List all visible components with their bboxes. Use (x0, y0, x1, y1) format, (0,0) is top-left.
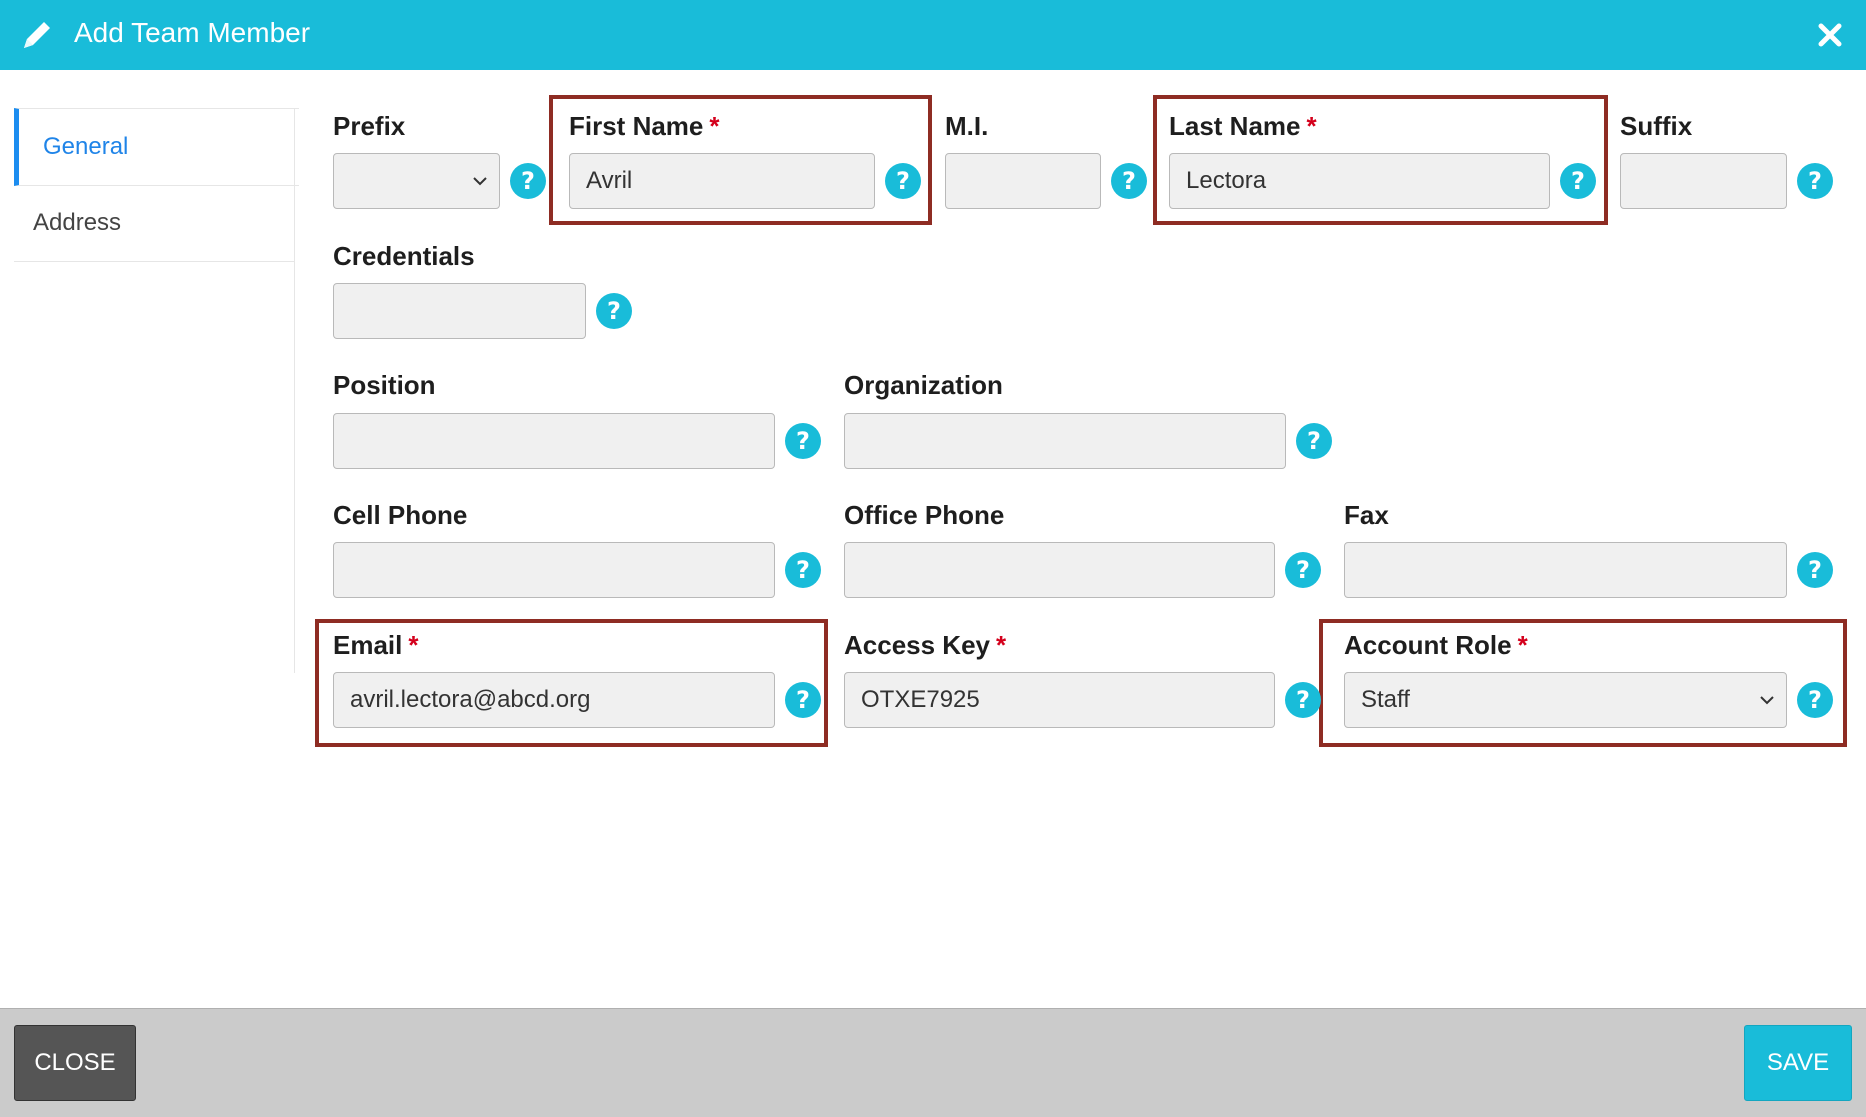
mi-input[interactable] (945, 153, 1101, 209)
help-icon[interactable] (1560, 163, 1596, 199)
save-button[interactable]: SAVE (1744, 1025, 1852, 1101)
dialog-header: Add Team Member (0, 0, 1866, 70)
help-icon[interactable] (785, 423, 821, 459)
tab-general[interactable]: General (14, 108, 299, 186)
organization-input[interactable] (844, 413, 1286, 469)
pencil-icon (24, 22, 50, 48)
account-role-select[interactable]: Staff (1344, 672, 1787, 728)
help-icon[interactable] (1296, 423, 1332, 459)
first-name-input[interactable]: Avril (569, 153, 875, 209)
office-phone-label: Office Phone (844, 500, 1005, 530)
help-icon[interactable] (1111, 163, 1147, 199)
mi-label: M.I. (945, 111, 989, 141)
help-icon[interactable] (885, 163, 921, 199)
help-icon[interactable] (1285, 682, 1321, 718)
account-role-label: Account Role * (1344, 630, 1528, 660)
help-icon[interactable] (1285, 552, 1321, 588)
cell-phone-input[interactable] (333, 542, 775, 598)
chevron-down-icon (1758, 691, 1776, 709)
chevron-down-icon (471, 172, 489, 190)
close-icon[interactable] (1814, 19, 1846, 51)
access-key-input[interactable]: OTXE7925 (844, 672, 1275, 728)
email-label: Email * (333, 630, 419, 660)
help-icon[interactable] (510, 163, 546, 199)
organization-label: Organization (844, 370, 1003, 400)
position-label: Position (333, 370, 436, 400)
close-button[interactable]: CLOSE (14, 1025, 136, 1101)
fax-input[interactable] (1344, 542, 1787, 598)
sidebar-tabs: General Address (14, 108, 299, 673)
first-name-label: First Name * (569, 111, 720, 141)
email-input[interactable]: avril.lectora@abcd.org (333, 672, 775, 728)
help-icon[interactable] (785, 552, 821, 588)
cell-phone-label: Cell Phone (333, 500, 468, 530)
tab-address[interactable]: Address (14, 185, 294, 262)
access-key-label: Access Key * (844, 630, 1007, 660)
credentials-label: Credentials (333, 241, 475, 271)
prefix-select[interactable] (333, 153, 500, 209)
suffix-label: Suffix (1620, 111, 1693, 141)
help-icon[interactable] (1797, 682, 1833, 718)
last-name-input[interactable]: Lectora (1169, 153, 1550, 209)
suffix-input[interactable] (1620, 153, 1787, 209)
credentials-input[interactable] (333, 283, 586, 339)
last-name-label: Last Name * (1169, 111, 1317, 141)
dialog-title: Add Team Member (74, 17, 311, 48)
help-icon[interactable] (1797, 163, 1833, 199)
position-input[interactable] (333, 413, 775, 469)
help-icon[interactable] (596, 293, 632, 329)
help-icon[interactable] (785, 682, 821, 718)
office-phone-input[interactable] (844, 542, 1275, 598)
help-icon[interactable] (1797, 552, 1833, 588)
fax-label: Fax (1344, 500, 1389, 530)
dialog-footer: CLOSE SAVE (0, 1008, 1866, 1117)
prefix-label: Prefix (333, 111, 406, 141)
